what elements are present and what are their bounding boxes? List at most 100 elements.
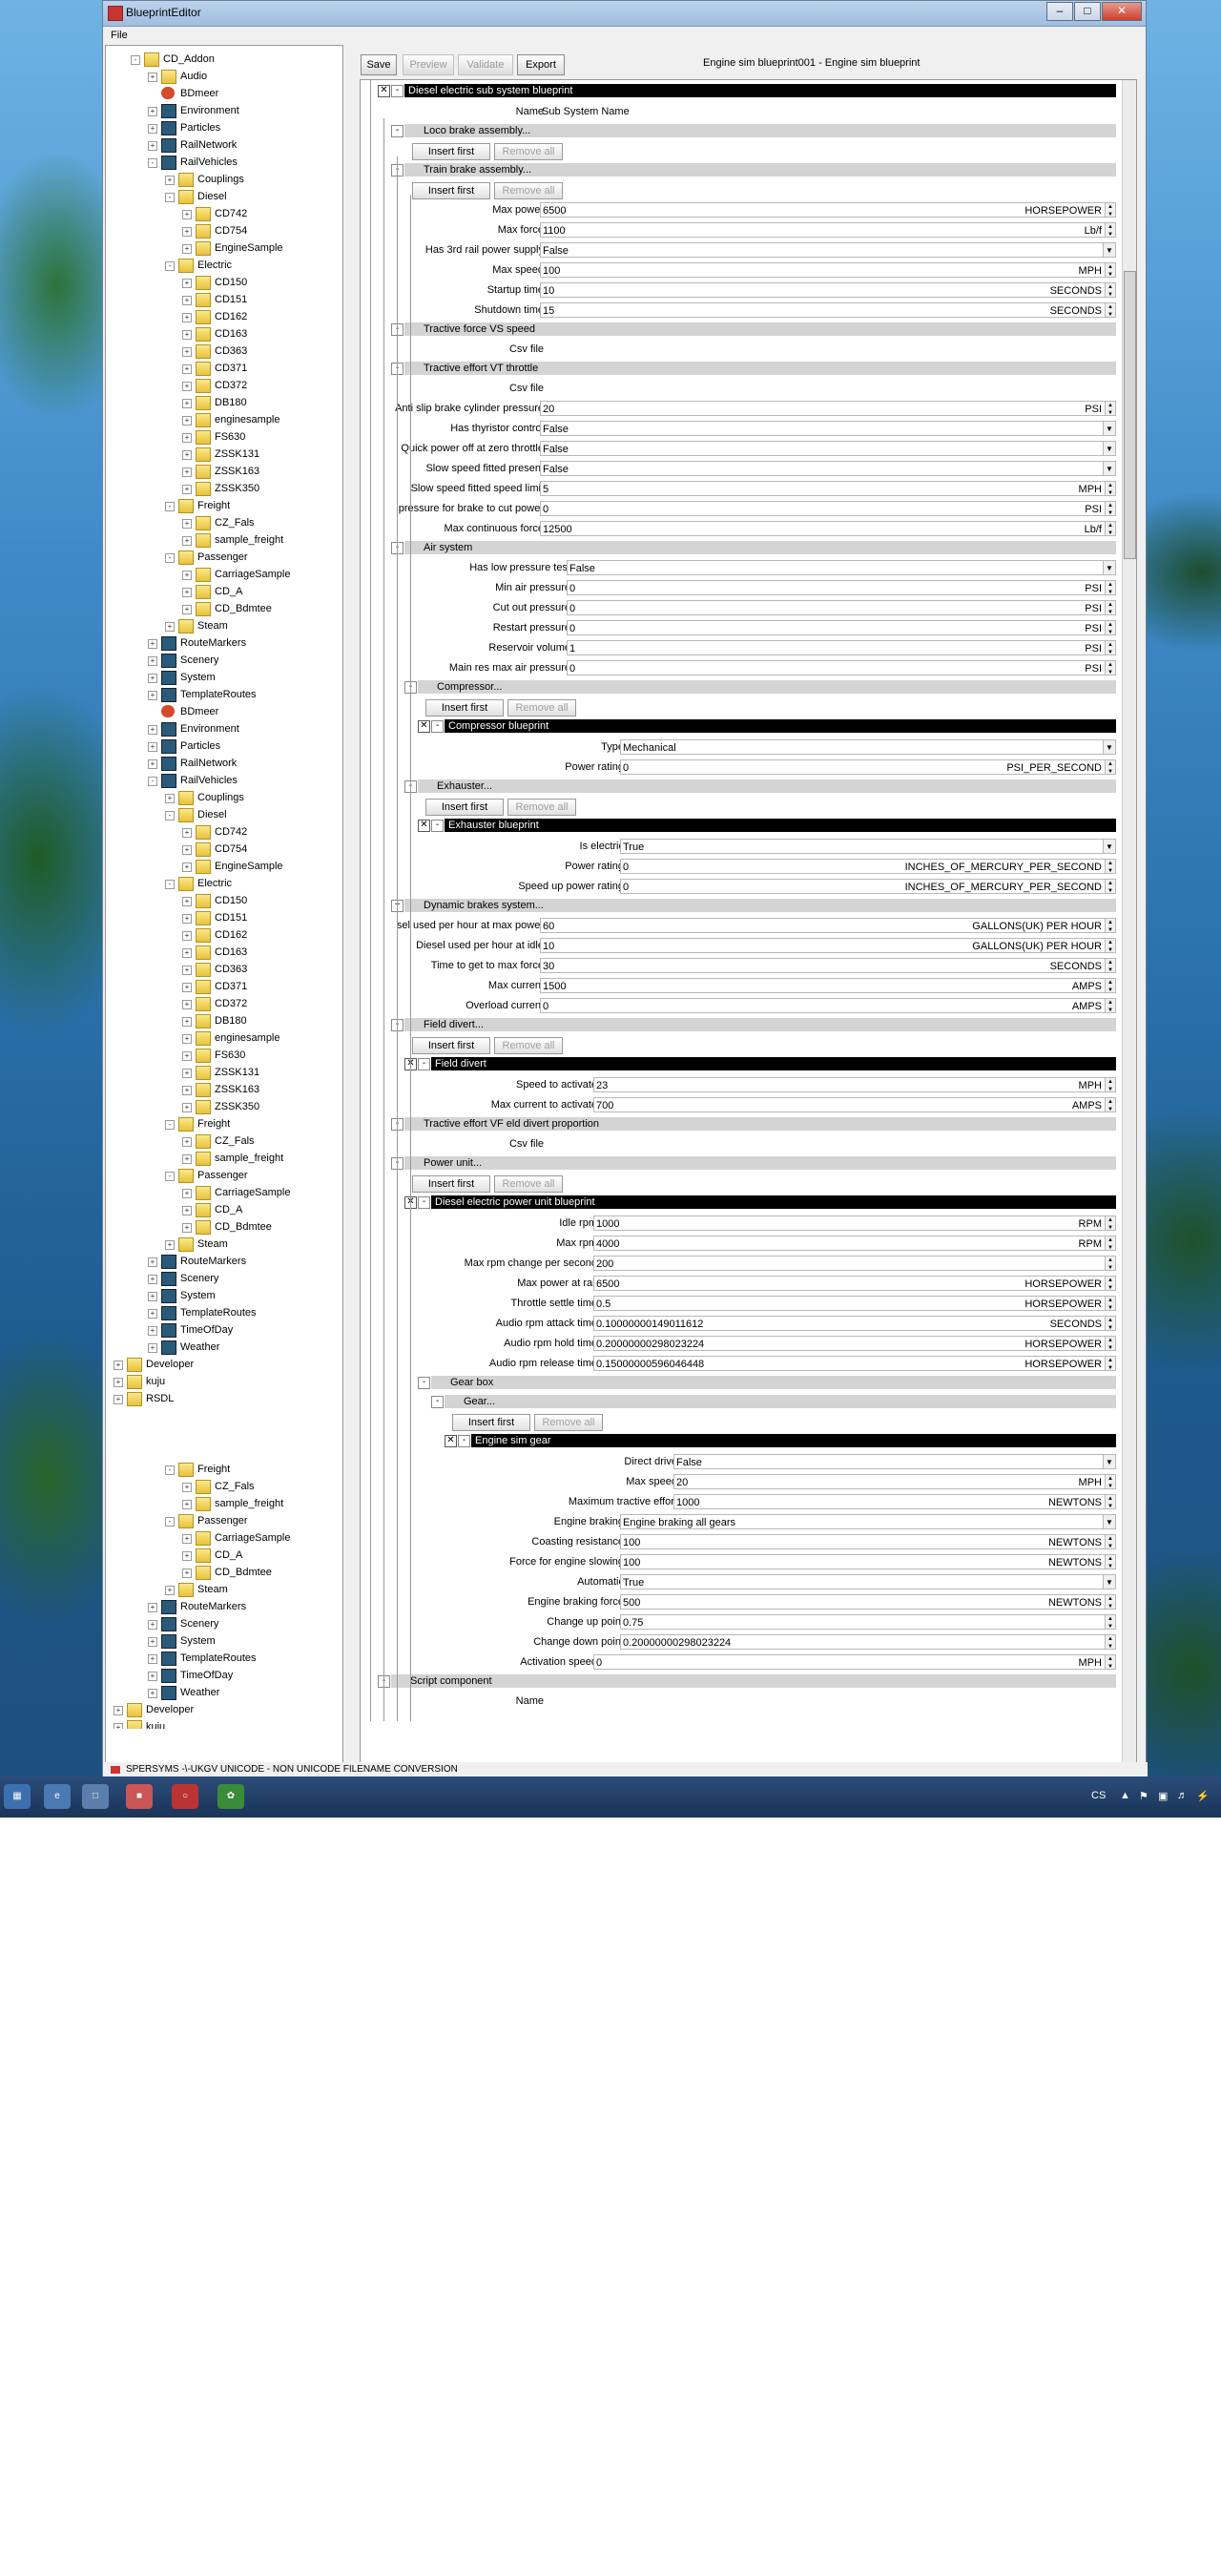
select-slow-speed-fitted-present[interactable]: False ▼ — [540, 461, 1116, 476]
spinner-icon[interactable]: ▲ ▼ — [1105, 1475, 1115, 1488]
spinner-icon[interactable]: ▲ ▼ — [1105, 979, 1115, 992]
spinner-icon[interactable]: ▲ ▼ — [1105, 1357, 1115, 1370]
tree-item-cd742[interactable]: + CD742 — [182, 824, 316, 840]
insert-first-button[interactable]: Insert first — [412, 182, 490, 199]
expand-icon[interactable]: + — [148, 639, 157, 649]
expand-icon[interactable]: + — [182, 485, 192, 494]
tree-item-cd371[interactable]: + CD371 — [182, 361, 316, 376]
input-coasting-resistance[interactable]: 100 NEWTONS ▲ ▼ — [620, 1534, 1116, 1549]
input-speed-up-power-rating[interactable]: 0 INCHES_OF_MERCURY_PER_SECOND ▲ ▼ — [620, 879, 1116, 894]
expand-icon[interactable]: + — [182, 364, 192, 374]
insert-first-button[interactable]: Insert first — [452, 1414, 530, 1431]
input-max-power-at-rail[interactable]: 6500 HORSEPOWER ▲ ▼ — [593, 1276, 1116, 1291]
spinner-icon[interactable]: ▲ ▼ — [1105, 1297, 1115, 1310]
collapse-icon[interactable]: - — [165, 880, 175, 889]
tree-item-cd150[interactable]: + CD150 — [182, 275, 316, 290]
spinner-icon[interactable]: ▲ ▼ — [1105, 1555, 1115, 1568]
collapse-icon[interactable]: - — [165, 193, 175, 202]
spinner-icon[interactable]: ▲ ▼ — [1105, 880, 1115, 893]
tree-item-cd151[interactable]: + CD151 — [182, 910, 316, 925]
expand-icon[interactable]: + — [182, 862, 192, 872]
tree-item-steam[interactable]: + Steam — [165, 1582, 316, 1597]
tree-item-enginesample[interactable]: + EngineSample — [182, 240, 316, 256]
spinner-icon[interactable]: ▲ ▼ — [1105, 760, 1115, 774]
tree-item-freight[interactable]: - Freight — [165, 1462, 316, 1477]
input-change-up-point[interactable]: 0.75 ▲ ▼ — [620, 1614, 1116, 1630]
tree-item-templateroutes[interactable]: + TemplateRoutes — [148, 1305, 316, 1320]
tree-item-cd-a[interactable]: + CD_A — [182, 1548, 316, 1563]
expand-icon[interactable]: + — [148, 1654, 157, 1664]
tree-item-cd-bdmtee[interactable]: + CD_Bdmtee — [182, 1565, 316, 1580]
input-time-to-get-to-max-force[interactable]: 30 SECONDS ▲ ▼ — [540, 958, 1116, 973]
section-header-compressor[interactable]: Compressor... — [418, 680, 1116, 694]
validate-button[interactable]: Validate — [458, 54, 513, 75]
power-icon[interactable]: ⚡ — [1196, 1790, 1210, 1802]
spinner-icon[interactable]: ▲ ▼ — [1105, 1317, 1115, 1330]
tree-item-cd-a[interactable]: + CD_A — [182, 584, 316, 599]
tree-item-passenger[interactable]: - Passenger — [165, 1168, 316, 1183]
tree-item-routemarkers[interactable]: + RouteMarkers — [148, 1599, 316, 1614]
expand-icon[interactable]: + — [148, 759, 157, 769]
spinner-icon[interactable]: ▲ ▼ — [1105, 999, 1115, 1012]
select-is-electric[interactable]: True ▼ — [620, 839, 1116, 854]
section-header-loco-brake-assembly[interactable]: Loco brake assembly... — [404, 124, 1116, 137]
chevron-down-icon[interactable]: ▼ — [1103, 1455, 1115, 1468]
insert-first-button[interactable]: Insert first — [425, 799, 504, 816]
tree-item-diesel[interactable]: - Diesel — [165, 189, 316, 204]
tree-item-bdmeer[interactable]: BDmeer — [148, 704, 316, 719]
select-type[interactable]: Mechanical ▼ — [620, 739, 1116, 755]
input-csv-file[interactable] — [540, 342, 1116, 357]
chevron-down-icon[interactable]: ▼ — [1103, 1515, 1115, 1528]
expand-icon[interactable]: + — [148, 725, 157, 735]
tree-item-cd742[interactable]: + CD742 — [182, 206, 316, 221]
collapse-icon[interactable]: - — [165, 502, 175, 511]
expand-icon[interactable]: + — [182, 1103, 192, 1112]
tree-item-cd-bdmtee[interactable]: + CD_Bdmtee — [182, 1219, 316, 1235]
spinner-icon[interactable]: ▲ ▼ — [1105, 522, 1115, 535]
tree-item-electric[interactable]: - Electric — [165, 876, 316, 891]
start-button[interactable]: ▦ — [4, 1784, 31, 1809]
tree-item-environment[interactable]: + Environment — [148, 721, 316, 737]
tree-item-routemarkers[interactable]: + RouteMarkers — [148, 1254, 316, 1269]
input-anti-slip-brake-cylinder-pressure[interactable]: 20 PSI ▲ ▼ — [540, 401, 1116, 416]
select-quick-power-off-at-zero-throttle[interactable]: False ▼ — [540, 441, 1116, 456]
editor-scrollbar[interactable] — [1122, 80, 1136, 1767]
tree-item-cz-fals[interactable]: + CZ_Fals — [182, 1133, 316, 1149]
select-direct-drive[interactable]: False ▼ — [673, 1454, 1116, 1469]
chevron-down-icon[interactable]: ▼ — [1103, 561, 1115, 574]
expand-icon[interactable]: + — [182, 948, 192, 958]
section-header-power-unit[interactable]: Power unit... — [404, 1156, 1116, 1170]
section-header-tractive-effort-vt-throttle[interactable]: Tractive effort VT throttle — [404, 362, 1116, 375]
collapse-icon[interactable]: - — [391, 125, 404, 137]
collapse-icon[interactable]: - — [431, 720, 444, 733]
tree-item-fs630[interactable]: + FS630 — [182, 1048, 316, 1063]
remove-blueprint-icon[interactable]: ✕ — [418, 820, 430, 832]
tree-item-cd-a[interactable]: + CD_A — [182, 1202, 316, 1217]
chevron-down-icon[interactable]: ▼ — [1103, 840, 1115, 853]
expand-icon[interactable]: + — [182, 931, 192, 941]
expand-icon[interactable]: + — [165, 622, 175, 632]
tree-item-railvehicles[interactable]: - RailVehicles — [148, 155, 316, 170]
input-max-speed[interactable]: 100 MPH ▲ ▼ — [540, 262, 1116, 278]
tree-item-railvehicles[interactable]: - RailVehicles — [148, 773, 316, 788]
tree-item-sample-freight[interactable]: + sample_freight — [182, 532, 316, 548]
expand-icon[interactable]: + — [148, 742, 157, 752]
preview-button[interactable]: Preview — [403, 54, 454, 75]
expand-icon[interactable]: + — [182, 227, 192, 237]
expand-icon[interactable]: + — [182, 296, 192, 305]
select-engine-braking[interactable]: Engine braking all gears ▼ — [620, 1514, 1116, 1529]
expand-icon[interactable]: + — [148, 124, 157, 134]
expand-icon[interactable]: + — [182, 1534, 192, 1544]
expand-icon[interactable]: + — [148, 1672, 157, 1681]
expand-icon[interactable]: + — [182, 828, 192, 838]
tree-item-zssk131[interactable]: + ZSSK131 — [182, 447, 316, 462]
remove-blueprint-icon[interactable]: ✕ — [445, 1435, 457, 1447]
spinner-icon[interactable]: ▲ ▼ — [1105, 263, 1115, 277]
input-pressure-for-brake-to-cut-power[interactable]: 0 PSI ▲ ▼ — [540, 501, 1116, 516]
expand-icon[interactable]: + — [165, 794, 175, 803]
collapse-icon[interactable]: - — [431, 1396, 444, 1408]
expand-icon[interactable]: + — [114, 1361, 123, 1370]
collapse-icon[interactable]: - — [165, 1120, 175, 1130]
title-bar[interactable]: BlueprintEditor – □ ✕ — [103, 1, 1146, 27]
input-speed-to-activate[interactable]: 23 MPH ▲ ▼ — [593, 1077, 1116, 1092]
